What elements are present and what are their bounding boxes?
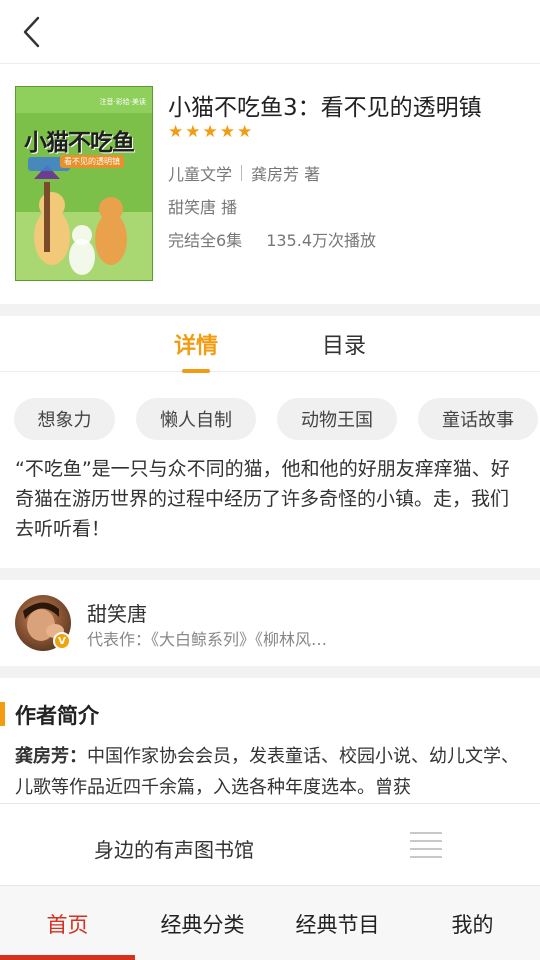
tag-chip[interactable]: 想象力: [14, 398, 115, 440]
book-category-author: 儿童文学 龚房芳 著: [168, 161, 320, 185]
author-bio-text: 中国作家协会会员，发表童话、校园小说、幼儿文学、儿歌等作品近四千余篇，入选各种年…: [15, 746, 519, 798]
tab-details[interactable]: 详情: [174, 328, 218, 360]
nav-mine[interactable]: 我的: [405, 886, 540, 960]
book-cover[interactable]: 注音·彩绘·美读 小猫不吃鱼 看不见的透明镇: [15, 86, 153, 281]
section-accent-bar: [0, 702, 5, 726]
tab-catalog[interactable]: 目录: [322, 328, 366, 360]
playlist-icon: [410, 832, 442, 858]
book-description: “不吃鱼”是一只与众不同的猫，他和他的好朋友痒痒猫、好奇猫在游历世界的过程中经历…: [15, 458, 510, 540]
tag-chip[interactable]: 动物王国: [277, 398, 397, 440]
cover-title: 小猫不吃鱼: [24, 130, 135, 156]
book-narrator[interactable]: 甜笑唐 播: [168, 194, 237, 218]
verified-badge: V: [53, 632, 71, 650]
section-gap: [0, 666, 540, 678]
cover-subtitle: 看不见的透明镇: [60, 155, 124, 168]
play-count: 135.4万次播放: [266, 231, 376, 250]
back-button[interactable]: [10, 10, 54, 54]
book-info: 注音·彩绘·美读 小猫不吃鱼 看不见的透明镇 小猫不吃鱼3：看不见的透明镇 ★ …: [0, 64, 540, 304]
narrator-name: 甜笑唐: [87, 602, 147, 626]
star-icon: ★: [185, 122, 201, 142]
star-icon: ★: [237, 122, 253, 142]
nav-home[interactable]: 首页: [0, 886, 135, 960]
nav-categories[interactable]: 经典分类: [135, 886, 270, 960]
star-icon: ★: [202, 122, 218, 142]
nav-programs[interactable]: 经典节目: [270, 886, 405, 960]
book-category[interactable]: 儿童文学: [168, 161, 232, 185]
section-gap: [0, 304, 540, 316]
cover-corner-text: 注音·彩绘·美读: [99, 98, 146, 106]
detail-tabs: 详情 目录: [0, 316, 540, 373]
tag-chip[interactable]: 懒人自制: [136, 398, 256, 440]
book-author[interactable]: 龚房芳 著: [251, 161, 320, 185]
rating-stars: ★ ★ ★ ★ ★: [168, 124, 252, 141]
top-bar: [0, 0, 540, 64]
section-gap: [0, 568, 540, 580]
tab-indicator: [182, 369, 210, 373]
book-title: 小猫不吃鱼3：看不见的透明镇: [168, 95, 482, 121]
cover-illustration: [16, 87, 152, 280]
author-name: 龚房芳：: [15, 746, 87, 767]
star-icon: ★: [219, 122, 235, 142]
chevron-left-icon: [23, 16, 40, 48]
tag-list: 想象力 懒人自制 动物王国 童话故事: [0, 398, 540, 442]
section-title: 作者简介: [15, 704, 99, 728]
mini-player[interactable]: 身边的有声图书馆: [0, 803, 540, 885]
nav-active-indicator: [0, 955, 135, 960]
bottom-nav: 首页 经典分类 经典节目 我的: [0, 885, 540, 960]
star-icon: ★: [168, 122, 184, 142]
tag-chip[interactable]: 童话故事: [418, 398, 538, 440]
playlist-button[interactable]: [408, 828, 446, 864]
narrator-works: 代表作：《大白鲸系列》《柳林风…: [87, 630, 328, 649]
player-title: 身边的有声图书馆: [94, 838, 254, 862]
narrator-card[interactable]: V 甜笑唐 代表作：《大白鲸系列》《柳林风…: [0, 580, 540, 666]
book-stats: 完结全6集 135.4万次播放: [168, 227, 376, 251]
book-narrator-line: 甜笑唐 播: [168, 194, 237, 218]
episode-count: 完结全6集: [168, 231, 243, 250]
divider: [241, 165, 243, 181]
author-bio: 龚房芳：中国作家协会会员，发表童话、校园小说、幼儿文学、儿歌等作品近四千余篇，入…: [15, 741, 527, 803]
